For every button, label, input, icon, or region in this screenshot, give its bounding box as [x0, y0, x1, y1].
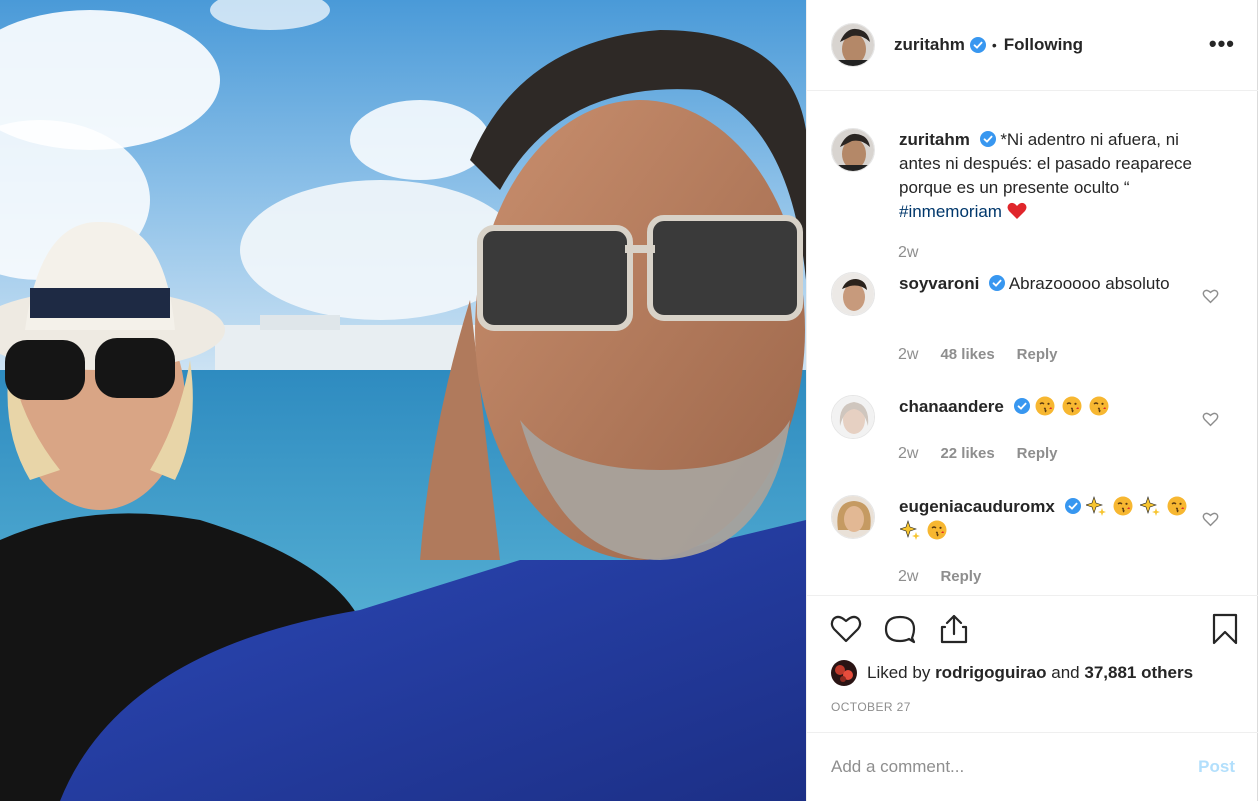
comment-bubble-icon[interactable]: [883, 612, 917, 646]
post-header: zuritahm • Following •••: [807, 0, 1258, 91]
comment-like-heart-icon[interactable]: [1202, 411, 1219, 427]
comment-item: soyvaroni Abrazooooo absoluto: [831, 272, 1241, 316]
comment-like-heart-icon[interactable]: [1202, 288, 1219, 304]
kiss-face-emoji-icon: [927, 520, 947, 540]
post-date[interactable]: OCTOBER 27: [831, 700, 911, 714]
comment-likes-count[interactable]: 22 likes: [940, 445, 994, 463]
caption-hashtag[interactable]: #inmemoriam: [899, 202, 1002, 221]
add-comment-bar: Post: [807, 732, 1258, 801]
kiss-face-emoji-icon: [1062, 396, 1082, 416]
caption-text-block: zuritahm *Ni adentro ni afuera, ni antes…: [899, 128, 1209, 224]
kiss-face-emoji-icon: [1089, 396, 1109, 416]
comment-meta: 2w 22 likes Reply: [898, 445, 1058, 463]
share-icon[interactable]: [937, 612, 971, 646]
liked-by-user[interactable]: rodrigoguirao: [935, 663, 1046, 683]
comment-timestamp[interactable]: 2w: [898, 346, 918, 364]
separator-dot: •: [991, 37, 997, 53]
verified-badge-icon: [979, 131, 996, 147]
like-heart-icon[interactable]: [829, 612, 863, 646]
sparkles-emoji-icon: [1138, 496, 1160, 516]
post-details-panel: zuritahm • Following ••• zuritahm *Ni ad…: [806, 0, 1258, 801]
post-comment-button[interactable]: Post: [1198, 757, 1235, 777]
comment-username[interactable]: eugeniacauduromx: [899, 497, 1055, 516]
kiss-face-emoji-icon: [1167, 496, 1187, 516]
post-caption: zuritahm *Ni adentro ni afuera, ni antes…: [831, 128, 1241, 224]
author-username[interactable]: zuritahm: [894, 35, 965, 55]
liked-by-and: and: [1051, 663, 1080, 682]
kiss-face-emoji-icon: [1113, 496, 1133, 516]
verified-badge-icon: [1013, 398, 1030, 414]
commenter-avatar[interactable]: [831, 395, 875, 439]
comment-username[interactable]: chanaandere: [899, 397, 1004, 416]
verified-badge-icon: [989, 275, 1006, 291]
liker-avatar[interactable]: [831, 660, 857, 686]
more-options-icon[interactable]: •••: [1209, 33, 1235, 55]
liked-by-others[interactable]: 37,881 others: [1084, 663, 1193, 683]
caption-timestamp[interactable]: 2w: [898, 244, 918, 262]
comment-reply-button[interactable]: Reply: [1017, 445, 1058, 463]
add-comment-input[interactable]: [831, 757, 1199, 777]
caption-avatar[interactable]: [831, 128, 875, 172]
comment-text-block: soyvaroni Abrazooooo absoluto: [899, 272, 1199, 316]
comment-text: Abrazooooo absoluto: [1008, 274, 1170, 293]
verified-badge-icon: [969, 37, 986, 53]
red-heart-emoji-icon: [1007, 202, 1027, 219]
following-button[interactable]: Following: [1004, 35, 1083, 55]
comment-reply-button[interactable]: Reply: [1017, 346, 1058, 364]
selfie-image: [0, 0, 806, 801]
sparkles-emoji-icon: [899, 520, 920, 540]
comment-meta: 2w Reply: [898, 568, 981, 586]
verified-badge-icon: [1064, 498, 1081, 514]
comment-timestamp[interactable]: 2w: [898, 568, 918, 586]
post-photo[interactable]: [0, 0, 806, 801]
liked-by-row: Liked by rodrigoguirao and 37,881 others: [831, 660, 1193, 686]
comment-username[interactable]: soyvaroni: [899, 274, 979, 293]
comment-text-block: chanaandere: [899, 395, 1199, 439]
comment-likes-count[interactable]: 48 likes: [940, 346, 994, 364]
bookmark-save-icon[interactable]: [1208, 612, 1242, 646]
comment-meta: 2w 48 likes Reply: [898, 346, 1058, 364]
commenter-avatar[interactable]: [831, 272, 875, 316]
kiss-face-emoji-icon: [1035, 396, 1055, 416]
comment-reply-button[interactable]: Reply: [940, 568, 981, 586]
comments-list[interactable]: zuritahm *Ni adentro ni afuera, ni antes…: [807, 92, 1258, 592]
author-avatar[interactable]: [831, 23, 875, 67]
comment-text-block: eugeniacauduromx: [899, 495, 1199, 543]
commenter-avatar[interactable]: [831, 495, 875, 539]
comment-like-heart-icon[interactable]: [1202, 511, 1219, 527]
sparkles-emoji-icon: [1085, 496, 1107, 516]
post-actions-bar: [807, 595, 1258, 655]
comment-timestamp[interactable]: 2w: [898, 445, 918, 463]
liked-by-prefix: Liked by: [867, 663, 931, 682]
comment-item: chanaandere: [831, 395, 1241, 439]
caption-username[interactable]: zuritahm: [899, 130, 970, 149]
comment-item: eugeniacauduromx: [831, 495, 1241, 543]
